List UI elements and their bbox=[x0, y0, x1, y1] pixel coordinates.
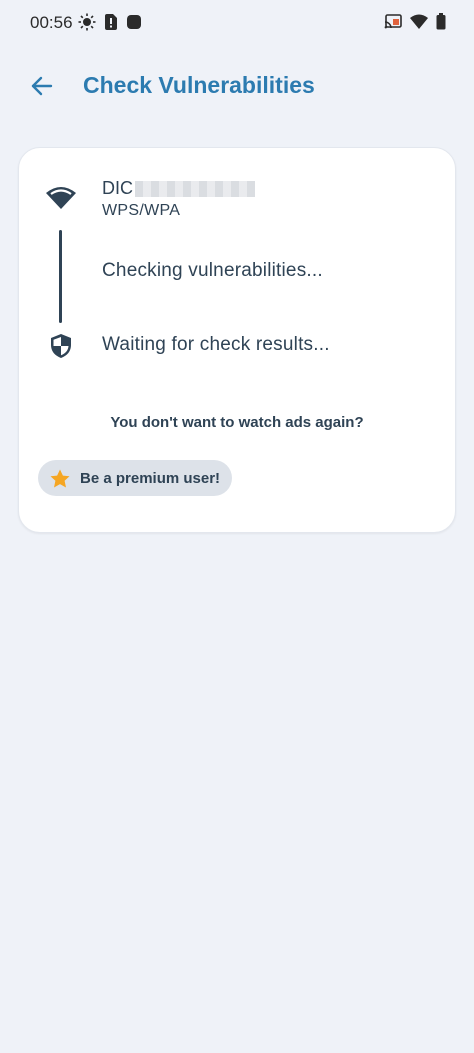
status-time: 00:56 bbox=[30, 13, 73, 32]
wifi-icon bbox=[46, 186, 76, 215]
progress-timeline bbox=[59, 230, 62, 323]
status-bar: 00:56 bbox=[0, 0, 474, 46]
premium-button-label: Be a premium user! bbox=[80, 469, 221, 487]
brightness-icon bbox=[78, 13, 96, 36]
wifi-signal-icon bbox=[410, 14, 428, 34]
back-button[interactable] bbox=[26, 74, 58, 102]
app-bar: Check Vulnerabilities bbox=[0, 60, 474, 116]
checking-status-text: Checking vulnerabilities... bbox=[102, 260, 323, 281]
ads-question-text: You don't want to watch ads again? bbox=[110, 414, 364, 431]
sim-alert-icon bbox=[104, 13, 118, 36]
battery-icon bbox=[436, 13, 446, 35]
redacted-network-name bbox=[135, 180, 255, 197]
page-title: Check Vulnerabilities bbox=[83, 72, 315, 98]
premium-button[interactable]: Be a premium user! bbox=[38, 460, 232, 496]
waiting-status-text: Waiting for check results... bbox=[102, 334, 330, 355]
network-name-text: DIC bbox=[102, 178, 133, 198]
cast-icon bbox=[384, 13, 402, 35]
status-icons-right bbox=[384, 13, 446, 35]
star-icon bbox=[50, 469, 70, 488]
vulnerability-check-card: DIC WPS/WPA Checking vulnerabilities... … bbox=[18, 147, 456, 533]
arrow-left-icon bbox=[31, 76, 53, 101]
app-notification-icon bbox=[126, 14, 142, 35]
status-icons-left bbox=[78, 13, 142, 36]
network-name: DIC bbox=[102, 178, 255, 199]
shield-icon bbox=[49, 333, 73, 364]
network-security-type: WPS/WPA bbox=[102, 202, 181, 219]
